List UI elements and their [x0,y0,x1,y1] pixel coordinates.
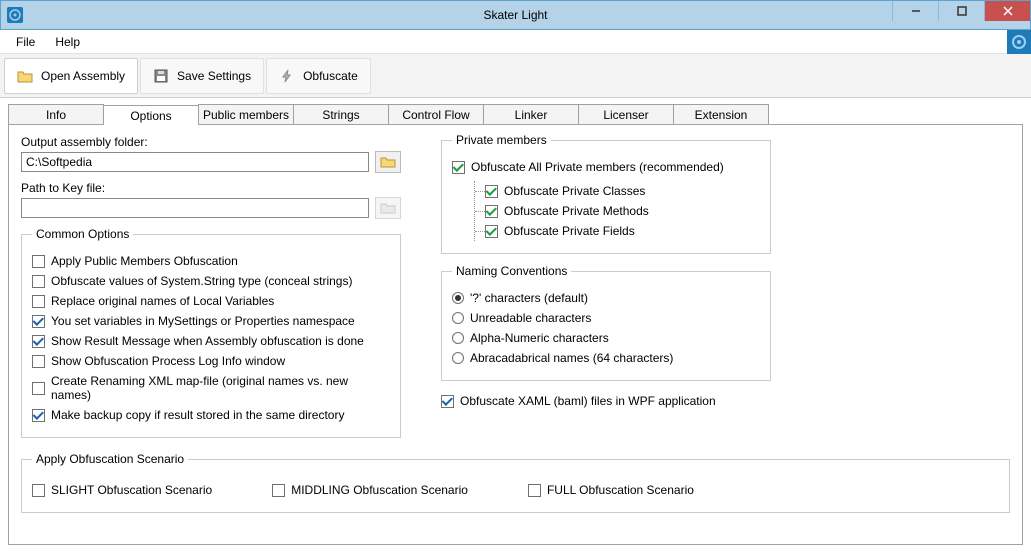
radio-naming-alnum[interactable] [452,332,464,344]
gear-icon[interactable] [1007,30,1031,54]
radio-naming-unreadable[interactable] [452,312,464,324]
checkbox-mysettings[interactable] [32,315,45,328]
checkbox-scenario-slight[interactable] [32,484,45,497]
label-scenario-middling: MIDDLING Obfuscation Scenario [291,483,468,497]
label-scenario-slight: SLIGHT Obfuscation Scenario [51,483,212,497]
common-options-legend: Common Options [32,227,133,241]
scenario-group: Apply Obfuscation Scenario SLIGHT Obfusc… [21,452,1010,513]
output-folder-label: Output assembly folder: [21,135,401,149]
label-private-methods: Obfuscate Private Methods [504,204,649,218]
browse-output-button[interactable] [375,151,401,173]
private-members-legend: Private members [452,133,551,147]
toolbar: Open Assembly Save Settings Obfuscate [0,54,1031,98]
minimize-button[interactable] [892,1,938,21]
label-xaml: Obfuscate XAML (baml) files in WPF appli… [460,394,716,408]
folder-open-icon [17,68,33,84]
browse-keyfile-button[interactable] [375,197,401,219]
app-icon [7,7,23,23]
tab-public-members[interactable]: Public members [198,104,294,124]
label-create-xml: Create Renaming XML map-file (original n… [51,374,390,402]
label-naming-abra: Abracadabrical names (64 characters) [470,351,673,365]
open-assembly-label: Open Assembly [41,69,125,83]
label-replace-local: Replace original names of Local Variable… [51,294,274,308]
save-icon [153,68,169,84]
tab-extension[interactable]: Extension [673,104,769,124]
checkbox-show-result[interactable] [32,335,45,348]
checkbox-private-all[interactable] [452,161,465,174]
tab-linker[interactable]: Linker [483,104,579,124]
label-obf-strings: Obfuscate values of System.String type (… [51,274,352,288]
checkbox-scenario-full[interactable] [528,484,541,497]
tabstrip: Info Options Public members Strings Cont… [8,104,1023,125]
tab-control-flow[interactable]: Control Flow [388,104,484,124]
common-options-group: Common Options Apply Public Members Obfu… [21,227,401,438]
label-show-result: Show Result Message when Assembly obfusc… [51,334,364,348]
tab-info[interactable]: Info [8,104,104,124]
keyfile-input[interactable] [21,198,369,218]
checkbox-show-log[interactable] [32,355,45,368]
label-scenario-full: FULL Obfuscation Scenario [547,483,694,497]
keyfile-label: Path to Key file: [21,181,401,195]
tab-page-options: Output assembly folder: Path to Key file… [8,125,1023,545]
output-folder-input[interactable] [21,152,369,172]
checkbox-private-methods[interactable] [485,205,498,218]
label-mysettings: You set variables in MySettings or Prope… [51,314,355,328]
checkbox-obf-strings[interactable] [32,275,45,288]
right-column: Private members Obfuscate All Private me… [441,133,1010,448]
close-button[interactable] [984,1,1030,21]
checkbox-create-xml[interactable] [32,382,45,395]
window-buttons [892,1,1030,21]
left-column: Output assembly folder: Path to Key file… [21,133,401,448]
label-naming-alnum: Alpha-Numeric characters [470,331,609,345]
checkbox-replace-local[interactable] [32,295,45,308]
private-members-group: Private members Obfuscate All Private me… [441,133,771,254]
label-apply-public: Apply Public Members Obfuscation [51,254,238,268]
label-naming-unreadable: Unreadable characters [470,311,591,325]
titlebar: Skater Light [0,0,1031,30]
folder-icon [380,202,396,214]
radio-naming-abra[interactable] [452,352,464,364]
maximize-button[interactable] [938,1,984,21]
checkbox-xaml[interactable] [441,395,454,408]
label-private-all: Obfuscate All Private members (recommend… [471,160,724,174]
window-title: Skater Light [483,8,547,22]
save-settings-button[interactable]: Save Settings [140,58,264,94]
lightning-icon [279,68,295,84]
tab-options[interactable]: Options [103,105,199,125]
folder-icon [380,156,396,168]
scenario-legend: Apply Obfuscation Scenario [32,452,188,466]
radio-naming-q[interactable] [452,292,464,304]
naming-conventions-legend: Naming Conventions [452,264,571,278]
label-private-classes: Obfuscate Private Classes [504,184,645,198]
naming-conventions-group: Naming Conventions '?' characters (defau… [441,264,771,381]
checkbox-private-fields[interactable] [485,225,498,238]
open-assembly-button[interactable]: Open Assembly [4,58,138,94]
obfuscate-label: Obfuscate [303,69,358,83]
label-backup: Make backup copy if result stored in the… [51,408,344,422]
label-show-log: Show Obfuscation Process Log Info window [51,354,285,368]
content-area: Info Options Public members Strings Cont… [0,98,1031,553]
label-private-fields: Obfuscate Private Fields [504,224,635,238]
label-naming-q: '?' characters (default) [470,291,588,305]
menu-help[interactable]: Help [45,31,90,53]
save-settings-label: Save Settings [177,69,251,83]
obfuscate-button[interactable]: Obfuscate [266,58,371,94]
tab-strings[interactable]: Strings [293,104,389,124]
menubar: File Help [0,30,1031,54]
checkbox-apply-public[interactable] [32,255,45,268]
checkbox-private-classes[interactable] [485,185,498,198]
checkbox-backup[interactable] [32,409,45,422]
checkbox-scenario-middling[interactable] [272,484,285,497]
menu-file[interactable]: File [6,31,45,53]
tab-licenser[interactable]: Licenser [578,104,674,124]
